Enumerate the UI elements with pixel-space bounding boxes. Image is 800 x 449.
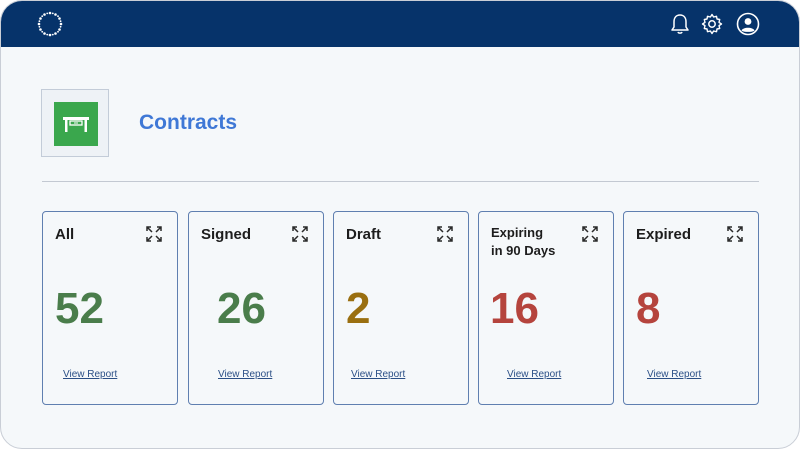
user-icon[interactable] (736, 12, 760, 36)
card-signed: Signed 26 View Report (188, 211, 324, 405)
top-bar (1, 1, 799, 47)
card-expired: Expired 8 View Report (623, 211, 759, 405)
expand-icon[interactable] (145, 225, 163, 243)
card-draft: Draft 2 View Report (333, 211, 469, 405)
view-report-link[interactable]: View Report (218, 369, 272, 380)
card-title: Draft (346, 226, 382, 243)
card-expiring: Expiring in 90 Days 16 View Report (478, 211, 614, 405)
card-title-line1: Expiring (491, 225, 544, 240)
expand-icon[interactable] (726, 225, 744, 243)
view-report-link[interactable]: View Report (647, 369, 701, 380)
card-title: Expired (636, 226, 692, 243)
card-count: 8 (636, 284, 661, 333)
bell-icon[interactable] (668, 12, 692, 36)
desk-icon (63, 117, 89, 132)
expand-icon[interactable] (436, 225, 454, 243)
card-title: Signed (201, 226, 252, 243)
card-count: 26 (217, 284, 266, 333)
card-count: 16 (490, 284, 539, 333)
gear-icon[interactable] (700, 12, 724, 36)
expand-icon[interactable] (291, 225, 309, 243)
divider (42, 181, 759, 182)
view-report-link[interactable]: View Report (507, 369, 561, 380)
page-title: Contracts (139, 111, 238, 134)
logo-icon[interactable] (37, 11, 63, 37)
view-report-link[interactable]: View Report (63, 369, 117, 380)
card-title-line2: in 90 Days (491, 243, 556, 258)
card-title: All (55, 226, 75, 243)
contracts-tile (41, 89, 109, 157)
app-window: Contracts All 52 View Report Signed 26 V… (0, 0, 800, 449)
card-title: Expiring in 90 Days (491, 224, 555, 260)
card-count: 2 (346, 284, 371, 333)
card-count: 52 (55, 284, 104, 333)
contracts-tile-badge (54, 102, 98, 146)
view-report-link[interactable]: View Report (351, 369, 405, 380)
card-all: All 52 View Report (42, 211, 178, 405)
expand-icon[interactable] (581, 225, 599, 243)
